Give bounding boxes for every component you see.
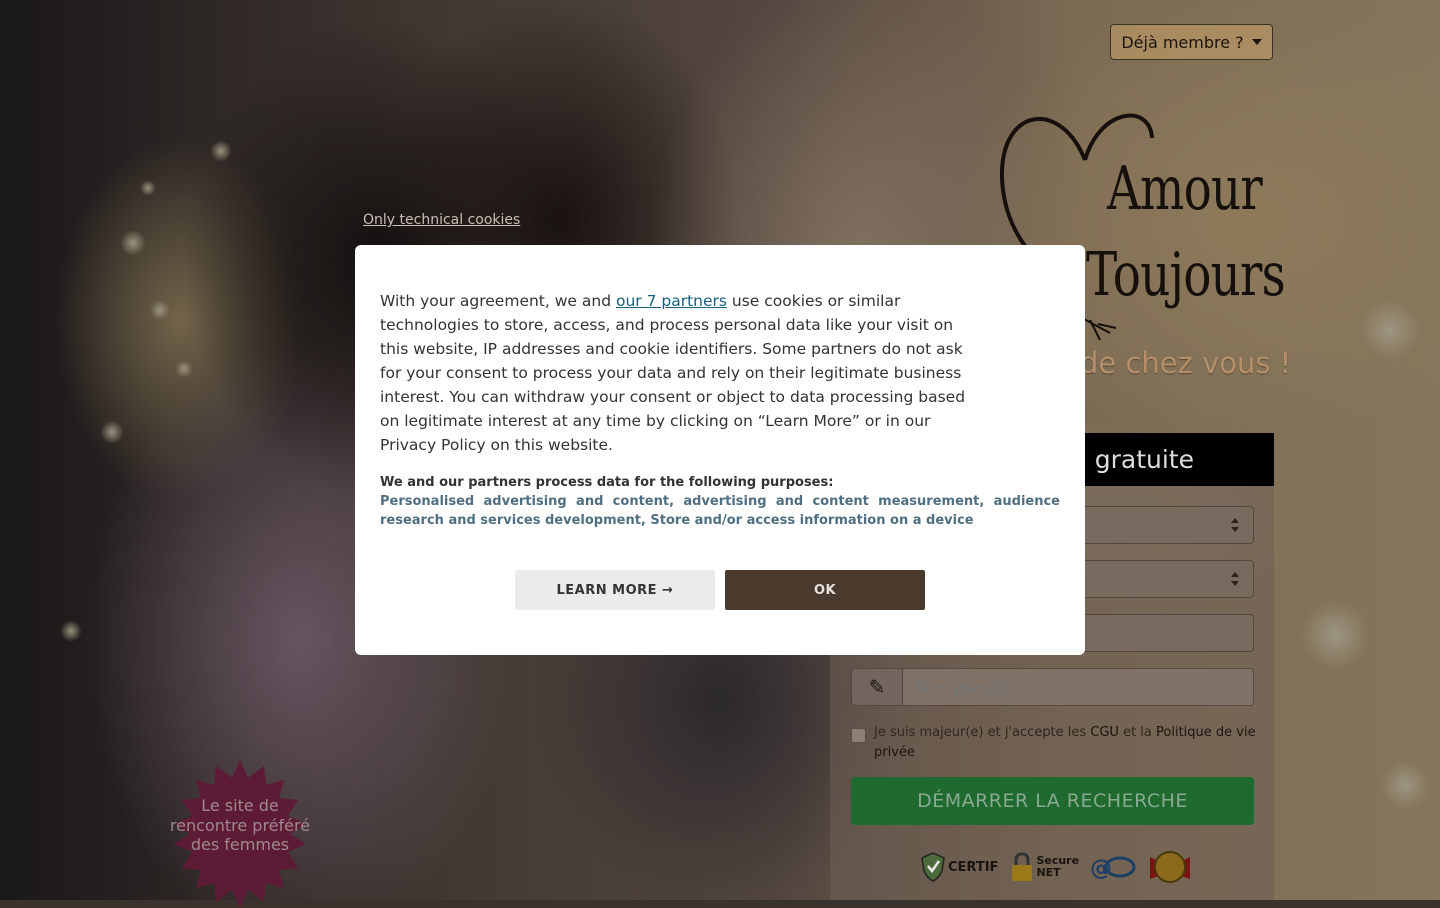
already-member-label: Déjà membre ?: [1121, 32, 1244, 52]
secure-net-badge: Secure NET: [1010, 851, 1079, 883]
pseudo-input[interactable]: [903, 668, 1254, 706]
tagline: de chez vous !: [1080, 346, 1292, 380]
lock-icon: [1012, 852, 1033, 881]
select-arrows-icon: [1231, 572, 1239, 586]
certif-badge: CERTIF: [920, 851, 998, 883]
cookie-consent-modal: With your agreement, we and our 7 partne…: [355, 245, 1085, 655]
only-technical-cookies-link[interactable]: Only technical cookies: [363, 212, 520, 228]
email-security-icon: @: [1090, 856, 1136, 881]
consent-text: Je suis majeur(e) et j'accepte les CGU e…: [874, 725, 1256, 760]
trust-badges: CERTIF Secure NET @: [920, 847, 1190, 887]
shield-icon: [921, 852, 945, 882]
chevron-down-icon: [1251, 39, 1262, 45]
purposes-heading: We and our partners process data for the…: [380, 475, 834, 490]
pseudo-group: ✎: [851, 668, 1254, 706]
learn-more-button[interactable]: LEARN MORE →: [515, 570, 715, 610]
brand-word-2: Toujours: [1086, 240, 1286, 310]
cookie-buttons: LEARN MORE → OK: [515, 570, 925, 610]
cookie-intro-text: With your agreement, we and our 7 partne…: [380, 292, 966, 454]
select-arrows-icon: [1231, 518, 1239, 532]
purposes-list: Personalised advertising and content, ad…: [380, 494, 1060, 528]
consent-row: Je suis majeur(e) et j'accepte les CGU e…: [851, 723, 1256, 763]
already-member-button[interactable]: Déjà membre ?: [1110, 24, 1273, 60]
svg-text:@: @: [1090, 856, 1112, 881]
starburst-text: Le site de rencontre préféré des femmes: [169, 796, 311, 854]
start-search-button[interactable]: DÉMARRER LA RECHERCHE: [851, 777, 1254, 825]
consent-checkbox[interactable]: [851, 728, 866, 743]
partners-link[interactable]: our 7 partners: [616, 292, 727, 310]
cgu-link[interactable]: CGU: [1090, 725, 1119, 740]
ok-button[interactable]: OK: [725, 570, 925, 610]
brand-word-1: Amour: [1107, 154, 1263, 224]
award-seal-icon: [1150, 851, 1190, 883]
pencil-icon: ✎: [851, 668, 903, 706]
